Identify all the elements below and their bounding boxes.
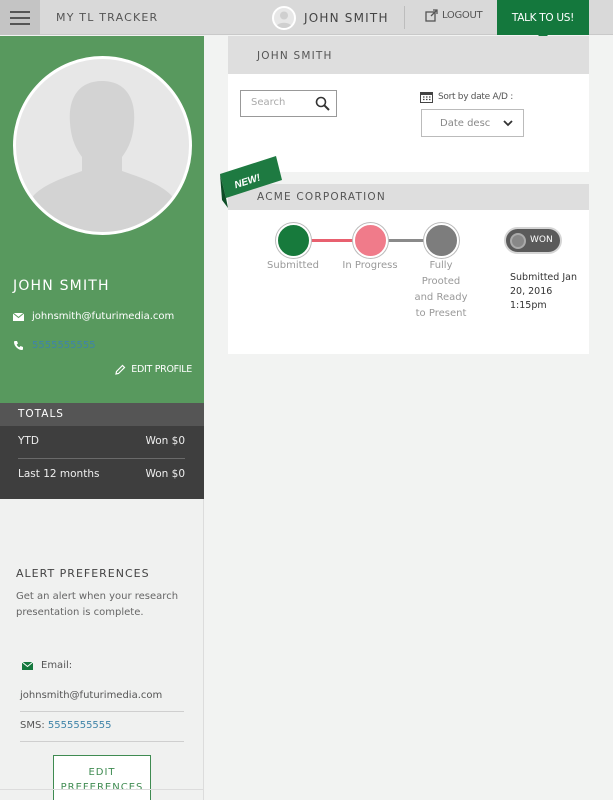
totals-row: YTD Won $0 <box>18 435 185 447</box>
edit-preferences-label: EDIT <box>88 767 116 778</box>
hamburger-menu-button[interactable] <box>0 0 40 35</box>
top-user-name: JOHN SMITH <box>304 10 389 25</box>
stage-dot-ready <box>424 223 459 258</box>
main-header: JOHN SMITH <box>228 36 589 74</box>
totals-panel: TOTALS YTD Won $0 Last 12 months Won $0 <box>0 403 204 499</box>
menu-line <box>10 22 30 25</box>
user-silhouette-icon <box>26 81 179 232</box>
app-title: MY TL TRACKER <box>56 11 159 24</box>
sort-label-text: Sort by date A/D : <box>438 92 513 102</box>
totals-row-label: Last 12 months <box>18 468 100 480</box>
edit-profile-button[interactable]: EDIT PROFILE <box>115 364 192 375</box>
logout-icon <box>425 9 438 22</box>
alert-sms-value: 5555555555 <box>47 720 112 731</box>
alert-sms: SMS: 5555555555 <box>20 720 112 731</box>
profile-phone[interactable]: 5555555555 <box>13 340 96 351</box>
totals-row-label: YTD <box>18 435 39 447</box>
phone-icon <box>14 341 23 350</box>
totals-title: TOTALS <box>0 403 204 426</box>
talk-to-us-button[interactable]: TALK TO US! <box>497 0 589 40</box>
profile-name: JOHN SMITH <box>13 278 110 294</box>
toggle-knob <box>510 233 526 249</box>
menu-line <box>10 10 30 13</box>
envelope-icon <box>13 312 24 321</box>
profile-phone-value: 5555555555 <box>32 340 96 351</box>
sort-select[interactable]: Date desc <box>421 109 524 137</box>
divider <box>0 789 204 790</box>
alert-preferences-panel: ALERT PREFERENCES Get an alert when your… <box>0 499 204 800</box>
logout-label: LOGOUT <box>442 10 483 21</box>
alert-preferences-description: Get an alert when your research presenta… <box>16 591 179 618</box>
sidebar: JOHN SMITH johnsmith@futurimedia.com 555… <box>0 36 204 800</box>
submitted-info: Submitted Jan 20, 2016 1:15pm <box>510 272 577 311</box>
profile-email[interactable]: johnsmith@futurimedia.com <box>13 311 174 322</box>
stage-dot-in-progress <box>353 223 388 258</box>
divider <box>404 6 405 29</box>
alert-preferences-title: ALERT PREFERENCES <box>16 567 150 580</box>
sort-label: Sort by date A/D : <box>420 91 513 103</box>
calendar-icon <box>420 92 433 103</box>
stage-label-ready: Fully Prooted and Ready to Present <box>414 260 468 319</box>
menu-line <box>10 16 30 19</box>
stage-label-submitted: Submitted <box>267 260 319 271</box>
stage-label-in-progress: In Progress <box>342 260 398 271</box>
divider <box>20 741 184 742</box>
avatar <box>272 5 296 30</box>
edit-preferences-label: PREFERENCES <box>60 782 144 793</box>
alert-email-label: Email: <box>22 660 72 671</box>
search-input[interactable] <box>251 97 313 108</box>
logout-button[interactable]: LOGOUT <box>425 9 483 22</box>
pencil-icon <box>115 364 126 375</box>
profile-avatar <box>13 56 192 235</box>
edit-profile-label: EDIT PROFILE <box>131 364 192 375</box>
totals-row: Last 12 months Won $0 <box>18 468 185 480</box>
chevron-down-icon <box>503 119 513 126</box>
totals-row-value: Won $0 <box>145 435 185 447</box>
envelope-icon <box>22 661 33 670</box>
profile-email-value: johnsmith@futurimedia.com <box>32 311 175 322</box>
divider <box>18 458 185 459</box>
talk-to-us-label: TALK TO US! <box>511 11 575 24</box>
stage-dot-submitted <box>276 223 311 258</box>
search-icon[interactable] <box>315 96 330 111</box>
search-box[interactable] <box>240 90 337 117</box>
won-toggle[interactable]: WON <box>504 227 562 254</box>
new-ribbon-badge: NEW! <box>220 156 282 208</box>
divider <box>20 711 184 712</box>
alert-email-label-text: Email: <box>41 660 73 671</box>
profile-panel: JOHN SMITH johnsmith@futurimedia.com 555… <box>0 36 204 403</box>
top-user-menu[interactable]: JOHN SMITH <box>272 5 389 30</box>
alert-sms-label: SMS: <box>20 720 45 731</box>
edit-preferences-button[interactable]: EDIT PREFERENCES <box>53 755 151 800</box>
sort-select-value: Date desc <box>440 117 491 129</box>
totals-row-value: Won $0 <box>145 468 185 480</box>
alert-email-value: johnsmith@futurimedia.com <box>20 690 163 701</box>
won-toggle-label: WON <box>530 235 553 245</box>
main-header-name: JOHN SMITH <box>257 50 333 62</box>
top-bar: MY TL TRACKER JOHN SMITH LOGOUT TALK TO … <box>0 0 613 40</box>
user-silhouette-icon <box>276 11 292 28</box>
